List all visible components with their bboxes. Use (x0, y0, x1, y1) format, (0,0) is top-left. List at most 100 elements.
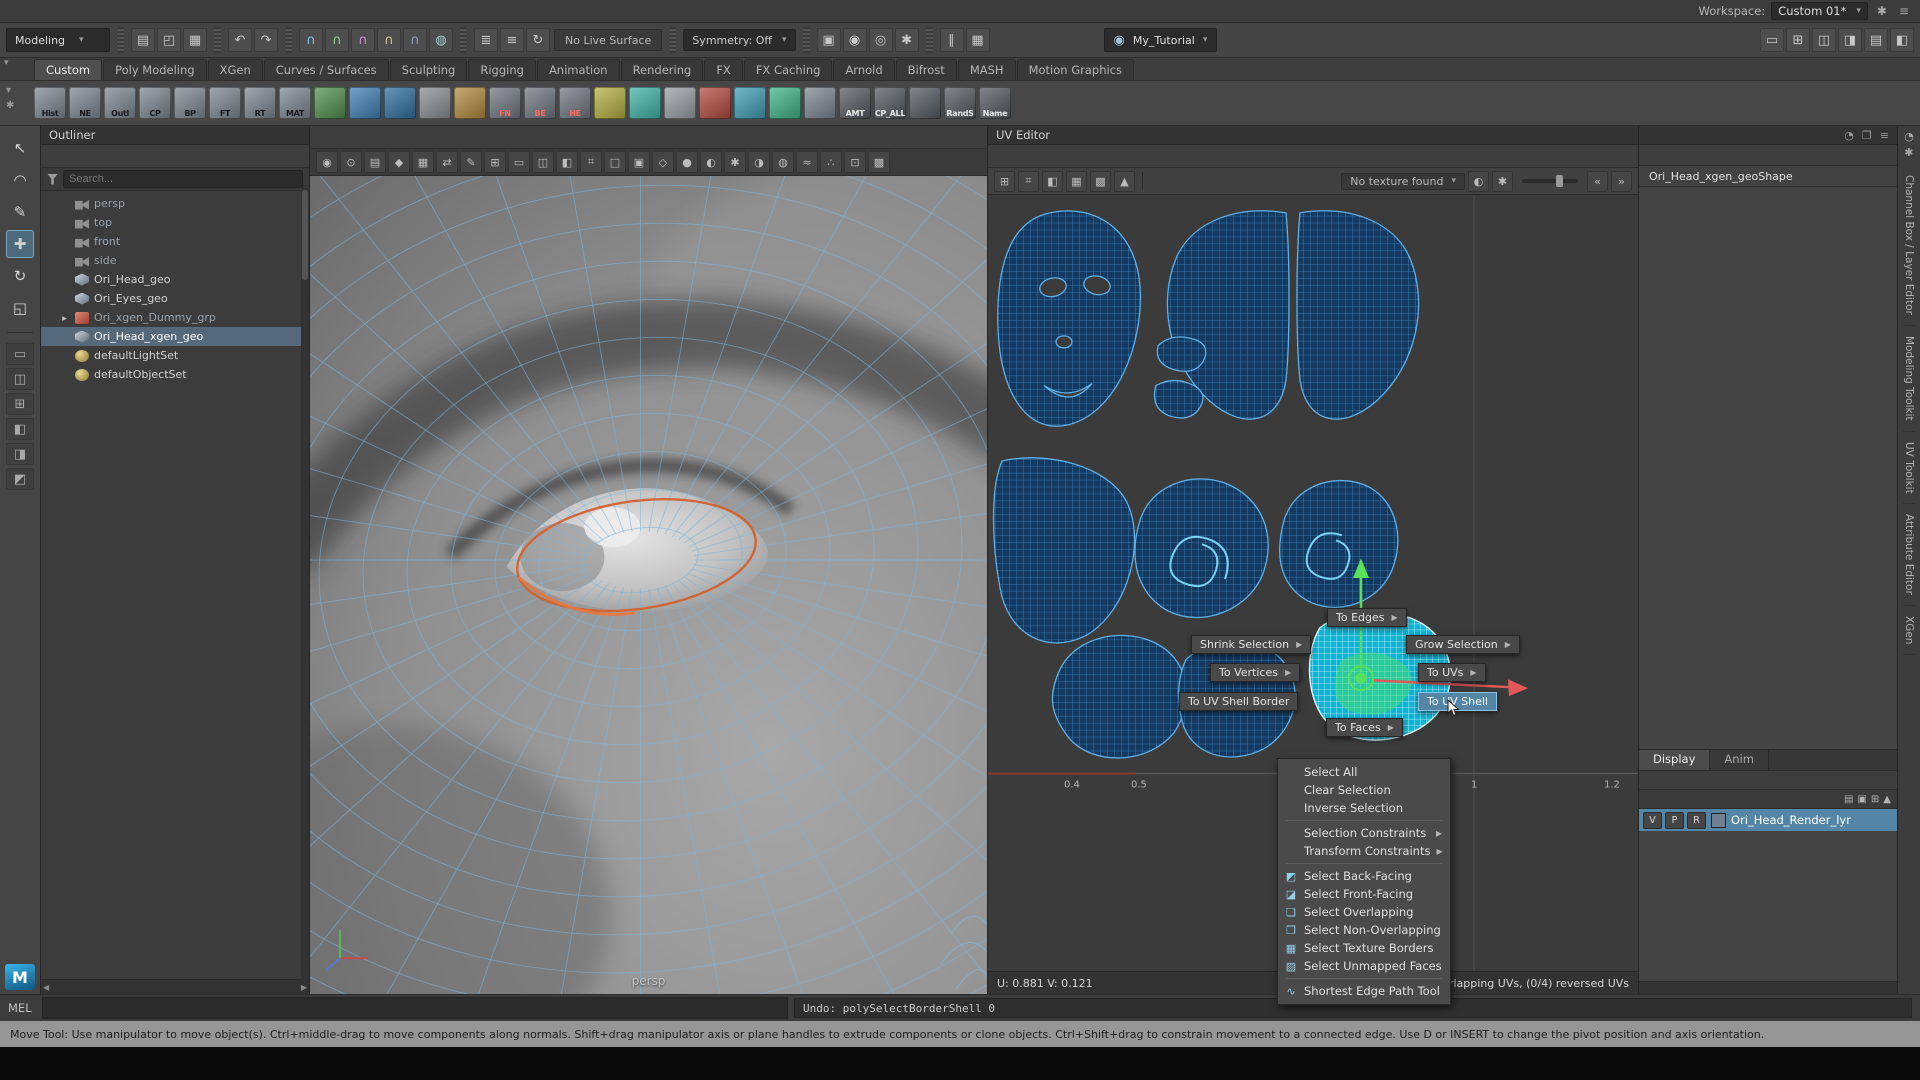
frame-next-icon[interactable]: » (1611, 171, 1632, 192)
context-menu-item[interactable]: ∿ Shortest Edge Path Tool ▶ (1278, 982, 1450, 1000)
shelf-tab[interactable]: Arnold (833, 59, 894, 80)
grease-pencil-icon[interactable]: ✎ (460, 151, 482, 173)
shelf-button[interactable] (734, 87, 766, 119)
uv-borders-icon[interactable]: ▦ (1066, 171, 1087, 192)
viewport-canvas[interactable]: persp (310, 176, 987, 994)
context-menu-item[interactable]: Select All ▶ (1278, 763, 1450, 781)
float-panel-icon[interactable]: ❐ (1862, 129, 1872, 142)
mm-to-uv-shell-border[interactable]: To UV Shell Border (1179, 692, 1298, 711)
outliner-item[interactable]: Ori_Head_geo (41, 270, 309, 289)
outliner-item[interactable]: Ori_Head_xgen_geo (41, 327, 309, 346)
new-scene-icon[interactable]: ▤ (131, 28, 155, 52)
context-menu-item[interactable]: ◪ Select Front-Facing ▶ (1278, 885, 1450, 903)
shelf-tab[interactable]: Animation (537, 59, 620, 80)
new-layer-from-selected-icon[interactable]: ⊞ (1871, 794, 1879, 805)
dock-tab[interactable]: UV Toolkit (1903, 432, 1915, 505)
redo-icon[interactable]: ↷ (254, 28, 278, 52)
undo-icon[interactable]: ↶ (228, 28, 252, 52)
camera-attributes-icon[interactable]: ▤ (364, 151, 386, 173)
construction-history-icon[interactable]: ↻ (526, 28, 550, 52)
slider-knob[interactable] (1556, 175, 1563, 187)
open-scene-icon[interactable]: ◰ (157, 28, 181, 52)
search-input[interactable] (63, 170, 303, 188)
image-plane-icon[interactable]: ▦ (412, 151, 434, 173)
shelf-button[interactable] (769, 87, 801, 119)
paint-select-tool[interactable]: ✎ (6, 198, 34, 226)
outliner-pane-icon[interactable]: ◧ (1890, 28, 1914, 52)
single-pane-layout[interactable]: ▭ (6, 343, 34, 365)
safe-action-icon[interactable]: □ (604, 151, 626, 173)
context-menu-item[interactable]: ▦ Select Texture Borders ▶ (1278, 939, 1450, 957)
shelf-gear-icon[interactable]: ✱ (6, 100, 14, 111)
pixel-snap-icon[interactable]: ⌗ (1018, 171, 1039, 192)
input-connections-icon[interactable]: ≣ (474, 28, 498, 52)
layer-color-swatch[interactable] (1711, 813, 1726, 828)
lock-camera-icon[interactable]: ⊙ (340, 151, 362, 173)
shelf-tab[interactable]: Rendering (621, 59, 704, 80)
shelf-tab[interactable]: XGen (208, 59, 263, 80)
two-pane-layout[interactable]: ◫ (6, 368, 34, 390)
dock-gear-icon[interactable]: ✱ (1904, 146, 1914, 159)
wireframe-icon[interactable]: ◇ (652, 151, 674, 173)
outliner-item[interactable]: persp (41, 194, 309, 213)
toolbar-divider[interactable] (285, 27, 292, 53)
snap-point-icon[interactable]: ∩ (351, 28, 375, 52)
grid-icon[interactable]: ⊞ (484, 151, 506, 173)
mm-grow-selection[interactable]: Grow Selection▶ (1406, 635, 1520, 654)
outliner-title[interactable]: Outliner (41, 126, 309, 145)
shelf-tab[interactable]: Motion Graphics (1017, 59, 1134, 80)
mm-shrink-selection[interactable]: Shrink Selection▶ (1191, 635, 1311, 654)
isolate-select-icon[interactable]: ⊡ (844, 151, 866, 173)
shelf-button[interactable] (384, 87, 416, 119)
workspace-gear-icon[interactable]: ✱ (1874, 4, 1890, 18)
make-live-icon[interactable]: ◍ (429, 28, 453, 52)
pane-layout-icon[interactable]: ◫ (1812, 28, 1836, 52)
shelf-tab[interactable]: Rigging (468, 59, 536, 80)
layer-editor-hscrollbar[interactable] (1639, 981, 1897, 994)
dock-tab[interactable]: Modeling Toolkit (1903, 326, 1915, 432)
render-view-icon[interactable]: ▣ (817, 28, 841, 52)
shelf-button[interactable] (349, 87, 381, 119)
mm-to-uvs[interactable]: To UVs▶ (1418, 663, 1486, 682)
scroll-left-icon[interactable]: ◀ (43, 983, 49, 992)
outliner-item[interactable]: top (41, 213, 309, 232)
dock-snapshot-icon[interactable]: ◔ (1904, 130, 1914, 143)
context-menu-item[interactable]: ▨ Select Unmapped Faces ▶ (1278, 957, 1450, 975)
safe-title-icon[interactable]: ▣ (628, 151, 650, 173)
shelf-button[interactable] (454, 87, 486, 119)
uv-persp-layout[interactable]: ◩ (6, 468, 34, 490)
save-scene-icon[interactable]: ▦ (183, 28, 207, 52)
live-surface-field[interactable]: No Live Surface (554, 29, 662, 51)
uv-shell-ear-right[interactable] (1280, 481, 1398, 608)
move-tool[interactable]: ✚ (6, 230, 34, 258)
texture-selector[interactable]: No texture found▾ (1341, 173, 1465, 190)
command-language-label[interactable]: MEL (8, 1001, 36, 1015)
dim-image-slider[interactable] (1522, 179, 1578, 183)
shelf-tab[interactable]: Custom (34, 59, 102, 80)
context-menu-item[interactable]: Transform Constraints ▶ (1278, 842, 1450, 860)
context-menu-item[interactable]: ❏ Select Overlapping ▶ (1278, 903, 1450, 921)
shelf-tab[interactable]: FX (704, 59, 743, 80)
shelf-button[interactable]: RT (244, 87, 276, 119)
layer-up-icon[interactable]: ▲ (1883, 794, 1891, 805)
shelf-tab[interactable]: Sculpting (390, 59, 468, 80)
mm-to-faces[interactable]: To Faces▶ (1326, 718, 1403, 737)
shelf-button[interactable] (804, 87, 836, 119)
filter-icon[interactable] (47, 174, 58, 185)
frame-prev-icon[interactable]: « (1587, 171, 1608, 192)
shelf-tab[interactable]: Bifrost (896, 59, 957, 80)
rotate-tool[interactable]: ↻ (6, 262, 34, 290)
shelf-button[interactable]: NE (69, 87, 101, 119)
shelf-button[interactable]: RandS (944, 87, 976, 119)
shelf-button[interactable] (629, 87, 661, 119)
context-menu-item[interactable]: ▶ (1278, 975, 1450, 982)
layer-editor-tab[interactable]: Display (1639, 750, 1710, 770)
output-connections-icon[interactable]: ≡ (500, 28, 524, 52)
shelf-button[interactable]: Outl (104, 87, 136, 119)
shadows-icon[interactable]: ◑ (748, 151, 770, 173)
workspace-selector[interactable]: Custom 01*▾ (1771, 2, 1868, 20)
shelf-button[interactable] (594, 87, 626, 119)
ipr-render-icon[interactable]: ◎ (869, 28, 893, 52)
ambient-occlusion-icon[interactable]: ◍ (772, 151, 794, 173)
shelf-button[interactable]: BE (524, 87, 556, 119)
